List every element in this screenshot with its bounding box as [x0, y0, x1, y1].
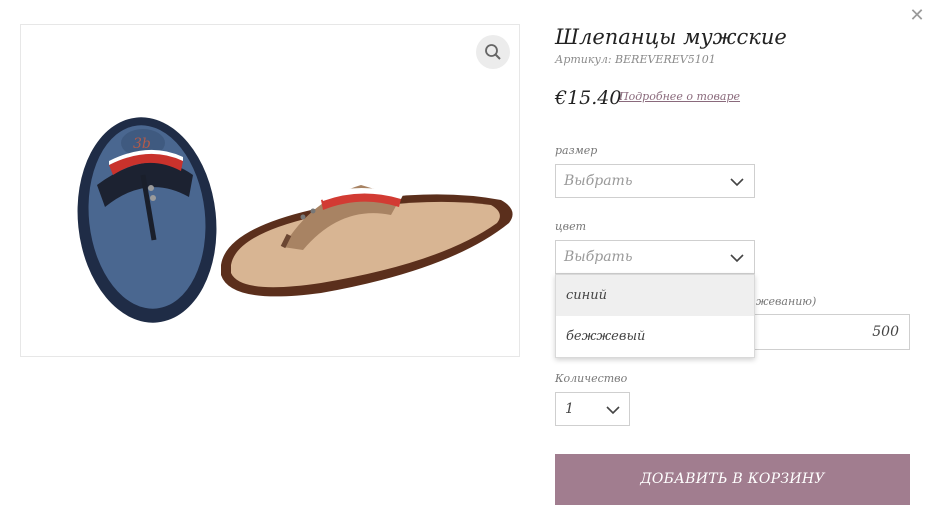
- details-link[interactable]: Подробнее о товаре: [619, 90, 740, 103]
- chevron-down-icon: [730, 254, 744, 263]
- quantity-label: Количество: [555, 372, 628, 385]
- product-sku: Артикул: BEREVEREV5101: [555, 53, 716, 66]
- color-label: цвет: [555, 220, 587, 233]
- partial-field-input[interactable]: 500: [753, 314, 910, 350]
- sandals-illustration: 3b: [77, 117, 513, 323]
- color-select-value: Выбрать: [564, 249, 633, 265]
- product-image: 3b: [20, 24, 520, 357]
- magnifier-icon: [485, 44, 501, 60]
- product-title: Шлепанцы мужские: [555, 25, 787, 49]
- partial-field-value: 500: [872, 324, 899, 340]
- color-option-beige[interactable]: бежжевый: [556, 316, 754, 357]
- quantity-value: 1: [565, 401, 574, 417]
- quantity-select[interactable]: 1: [555, 392, 630, 426]
- partial-field-label: жеванию): [756, 295, 817, 308]
- product-price: €15.40: [555, 87, 622, 109]
- chevron-down-icon: [730, 178, 744, 187]
- zoom-button[interactable]: [476, 35, 510, 69]
- size-select-value: Выбрать: [564, 173, 633, 189]
- color-option-blue[interactable]: синий: [556, 275, 754, 316]
- chevron-down-icon: [606, 406, 620, 415]
- add-to-cart-button[interactable]: ДОБАВИТЬ В КОРЗИНУ: [555, 454, 910, 505]
- svg-text:3b: 3b: [133, 136, 151, 152]
- size-label: размер: [555, 144, 598, 157]
- size-select[interactable]: Выбрать: [555, 164, 755, 198]
- color-dropdown: синий бежжевый: [555, 274, 755, 358]
- close-icon[interactable]: ✕: [907, 6, 927, 26]
- color-select[interactable]: Выбрать: [555, 240, 755, 274]
